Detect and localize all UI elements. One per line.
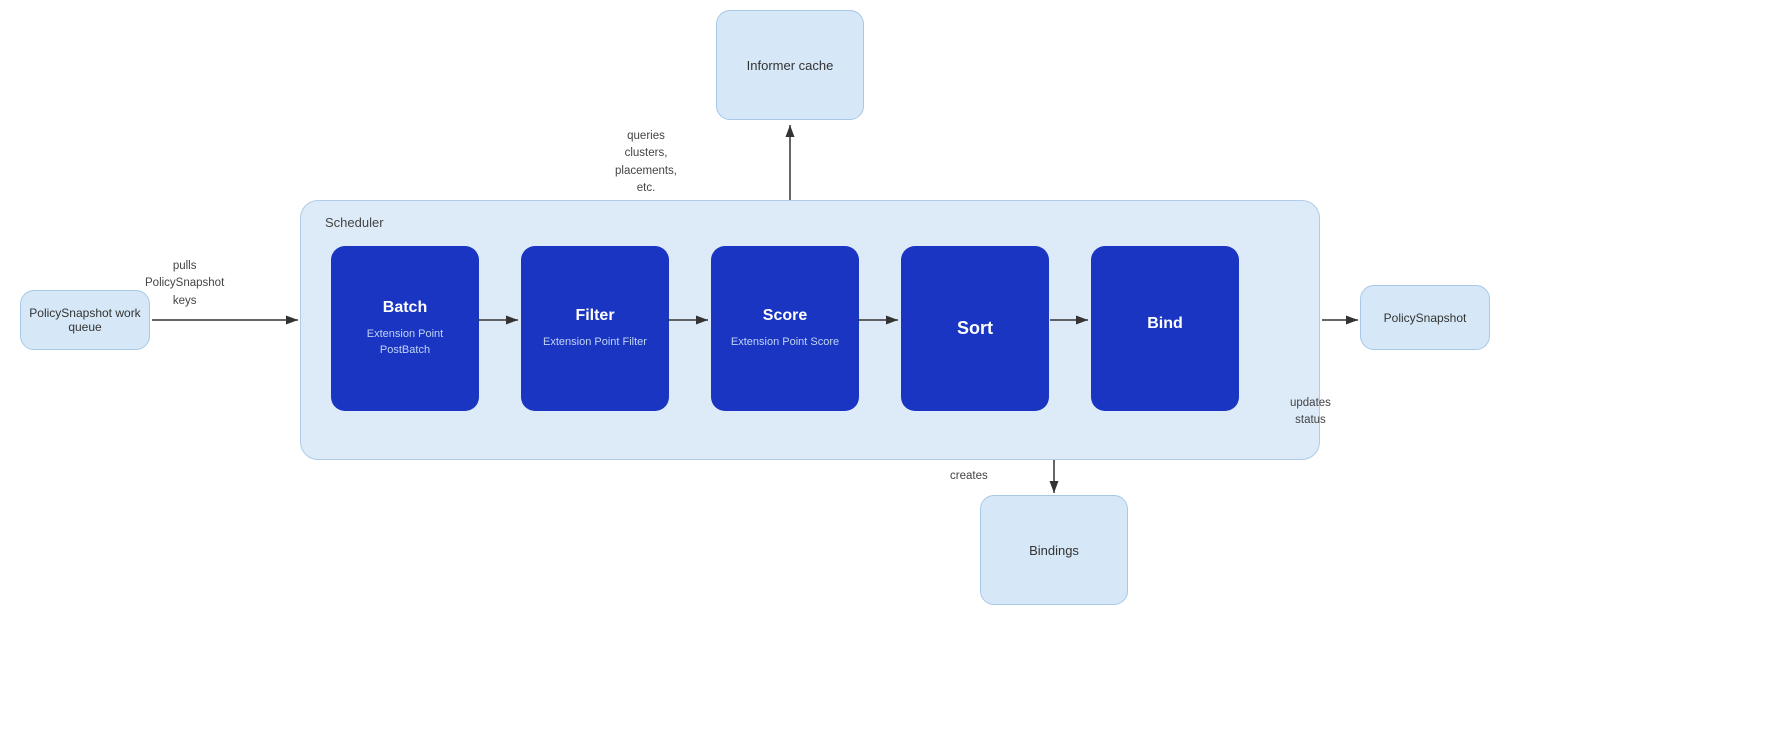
filter-title: Filter: [575, 307, 614, 325]
score-title: Score: [763, 307, 807, 325]
batch-sub: Extension Point PostBatch: [341, 327, 469, 358]
bind-title: Bind: [1147, 315, 1183, 333]
sort-step: Sort: [901, 246, 1049, 411]
updates-text: updatesstatus: [1290, 397, 1331, 426]
policy-snapshot-out-box: PolicySnapshot: [1360, 285, 1490, 350]
updates-label: updatesstatus: [1290, 395, 1331, 430]
creates-text: creates: [950, 470, 988, 482]
pulls-text: pullsPolicySnapshotkeys: [145, 260, 224, 307]
score-sub: Extension Point Score: [731, 335, 839, 350]
informer-cache-box: Informer cache: [716, 10, 864, 120]
queries-text: queriesclusters,placements,etc.: [615, 130, 677, 194]
batch-step: Batch Extension Point PostBatch: [331, 246, 479, 411]
filter-step: Filter Extension Point Filter: [521, 246, 669, 411]
bind-step: Bind: [1091, 246, 1239, 411]
creates-label: creates: [950, 468, 988, 485]
queries-label: queriesclusters,placements,etc.: [615, 128, 677, 197]
bindings-box: Bindings: [980, 495, 1128, 605]
batch-title: Batch: [383, 299, 427, 317]
work-queue-box: PolicySnapshot work queue: [20, 290, 150, 350]
policy-snapshot-out-label: PolicySnapshot: [1384, 311, 1467, 325]
work-queue-label: PolicySnapshot work queue: [27, 306, 143, 334]
filter-sub: Extension Point Filter: [543, 335, 647, 350]
pulls-label: pullsPolicySnapshotkeys: [145, 258, 224, 310]
diagram-container: Informer cache Scheduler Batch Extension…: [0, 0, 1780, 732]
informer-cache-label: Informer cache: [747, 58, 834, 73]
bindings-label: Bindings: [1029, 543, 1079, 558]
scheduler-label: Scheduler: [325, 215, 384, 230]
score-step: Score Extension Point Score: [711, 246, 859, 411]
sort-title: Sort: [957, 318, 993, 339]
scheduler-container: Scheduler Batch Extension Point PostBatc…: [300, 200, 1320, 460]
